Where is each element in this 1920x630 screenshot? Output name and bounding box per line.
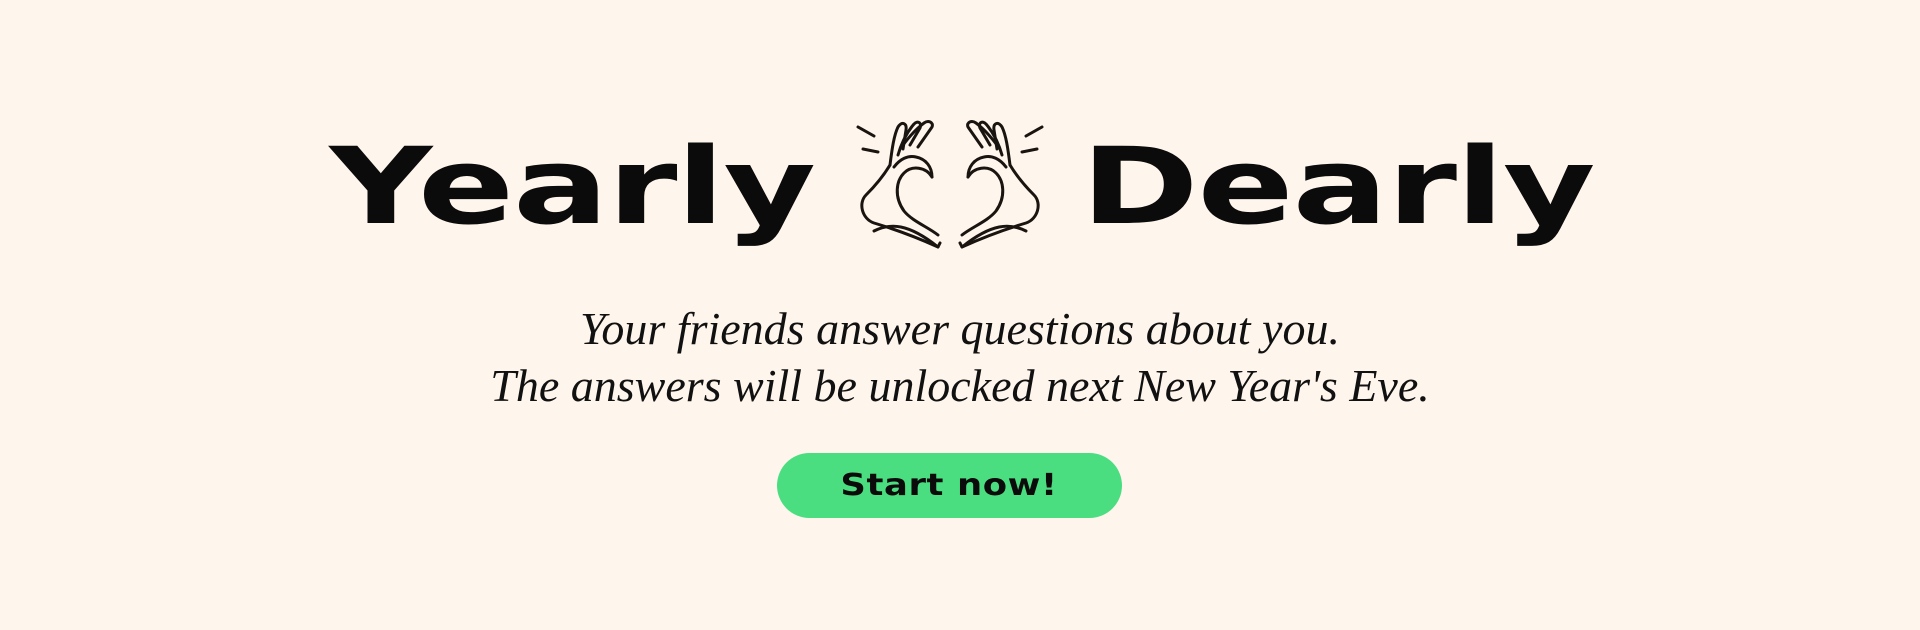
hero-section: Yearly Dearly Your friends answer questi…: [0, 0, 1920, 630]
start-now-button-label: Start now!: [840, 468, 1059, 503]
title-word-left: Yearly: [329, 125, 817, 248]
brand-title: Yearly Dearly: [0, 112, 1920, 262]
tagline: Your friends answer questions about you.…: [0, 300, 1920, 414]
start-now-button[interactable]: Start now!: [777, 453, 1122, 518]
title-word-right: Dearly: [1080, 125, 1595, 248]
heart-hands-icon: [856, 120, 1044, 249]
tagline-line-1: Your friends answer questions about you.: [580, 303, 1340, 354]
tagline-line-2: The answers will be unlocked next New Ye…: [490, 360, 1430, 411]
